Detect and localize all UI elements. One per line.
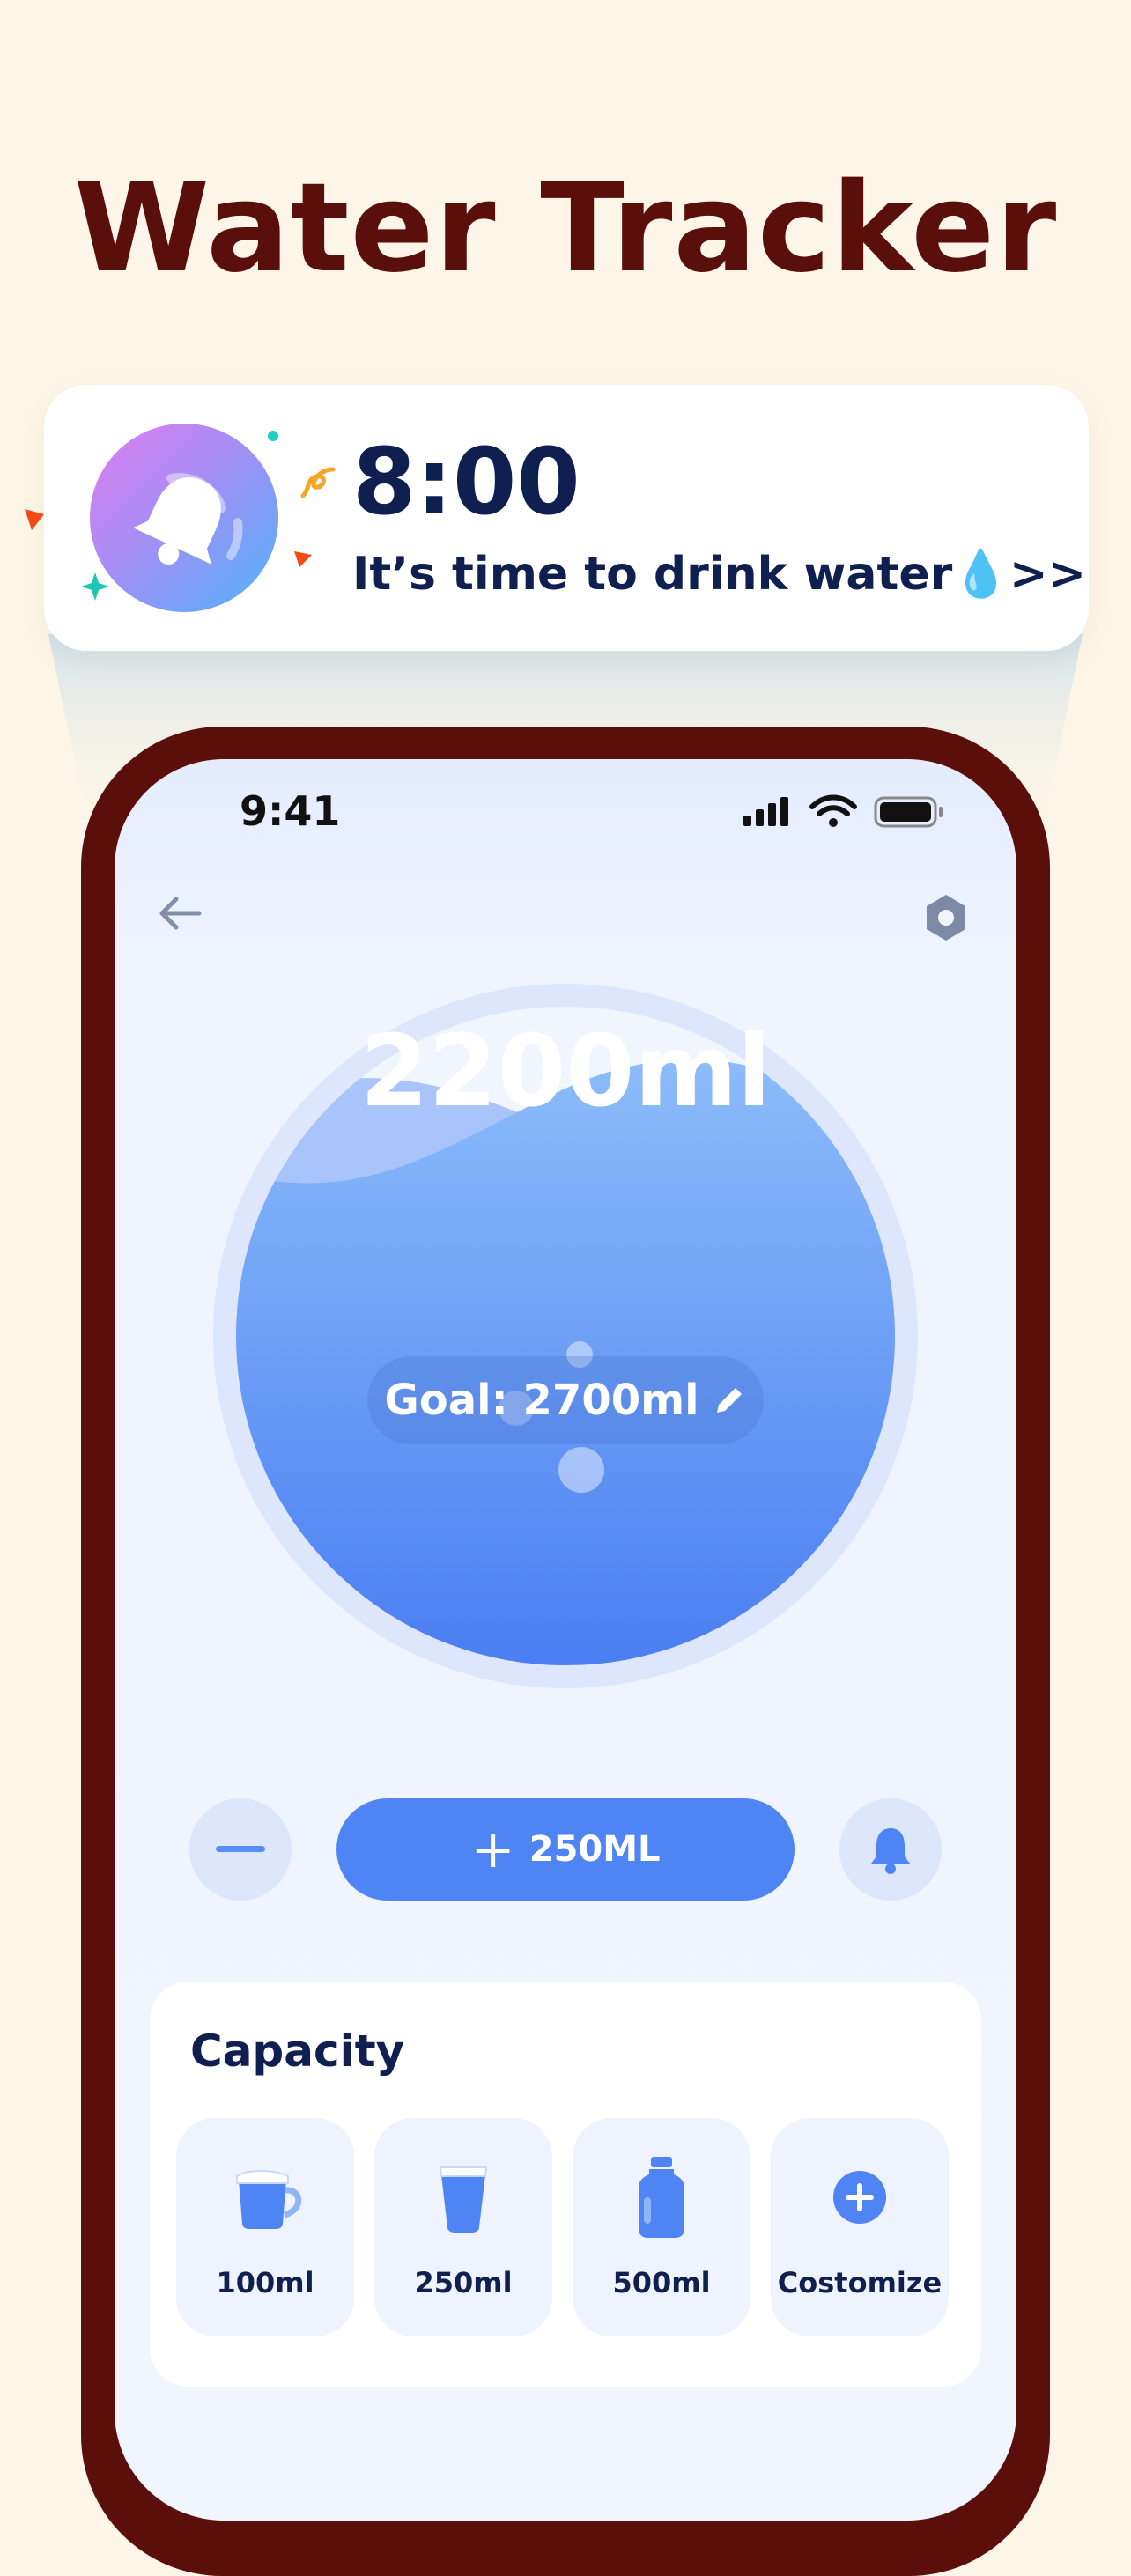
capacity-option-customize[interactable]: Costomize xyxy=(771,2118,949,2336)
reminder-message[interactable]: It’s time to drink water💧>> xyxy=(352,543,1086,605)
confetti-shape xyxy=(294,551,312,567)
pencil-icon xyxy=(716,1388,742,1413)
battery-icon xyxy=(874,796,942,828)
confetti-shape xyxy=(25,509,44,530)
confetti-dot xyxy=(268,431,278,441)
status-time: 9:41 xyxy=(240,787,341,835)
confetti-swirl xyxy=(300,467,336,498)
add-water-label: 250ML xyxy=(529,1829,661,1870)
add-water-button[interactable]: + 250ML xyxy=(336,1798,795,1901)
capacity-label: 500ml xyxy=(612,2266,711,2299)
plus-icon: + xyxy=(470,1819,515,1880)
capacity-label: Costomize xyxy=(777,2266,942,2299)
capacity-option-100ml[interactable]: 100ml xyxy=(176,2118,354,2336)
decrease-button[interactable] xyxy=(189,1798,292,1901)
capacity-title: Capacity xyxy=(190,2026,405,2077)
phone-screen: 9:41 2200ml Goal: 2700ml + 250ML Capacit… xyxy=(115,759,1016,2521)
confetti-star xyxy=(81,572,109,601)
reminder-notification[interactable]: 8:00 It’s time to drink water💧>> xyxy=(44,385,1089,651)
glass-icon xyxy=(439,2166,488,2233)
wifi-icon xyxy=(809,794,857,827)
goal-label: Goal: 2700ml xyxy=(384,1376,699,1425)
bell-icon xyxy=(871,1828,910,1874)
cup-icon xyxy=(236,2170,302,2229)
capacity-label: 250ml xyxy=(414,2266,513,2299)
bell-icon xyxy=(90,424,278,612)
water-amount: 2200ml xyxy=(359,1015,772,1129)
capacity-label: 100ml xyxy=(216,2266,314,2299)
status-icons xyxy=(743,794,946,833)
reminder-time: 8:00 xyxy=(352,428,580,535)
plus-circle-icon xyxy=(833,2171,886,2224)
bottle-icon xyxy=(639,2157,684,2238)
capacity-option-500ml[interactable]: 500ml xyxy=(573,2118,750,2336)
minus-icon xyxy=(216,1846,265,1852)
capacity-card: Capacity 100ml 250ml 500ml Costomize xyxy=(150,1982,981,2387)
signal-icon xyxy=(743,797,788,826)
reminder-bell-button[interactable] xyxy=(839,1798,942,1901)
back-arrow-icon[interactable] xyxy=(150,882,211,944)
goal-edit-button[interactable]: Goal: 2700ml xyxy=(367,1356,764,1444)
capacity-option-250ml[interactable]: 250ml xyxy=(374,2118,552,2336)
settings-icon[interactable] xyxy=(920,891,972,944)
